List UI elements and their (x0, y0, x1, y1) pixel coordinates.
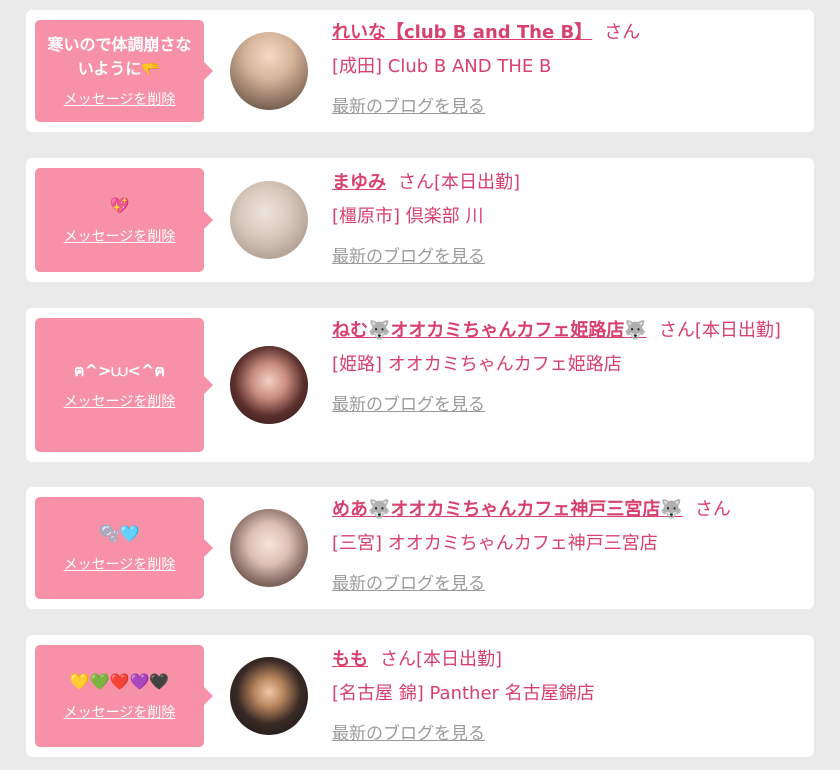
name-suffix: さん (694, 499, 731, 520)
shop-label: [名古屋 錦] Panther 名古屋錦店 (332, 683, 595, 704)
delete-message-link[interactable]: メッセージを削除 (64, 702, 176, 722)
shop-label: [姫路] オオカミちゃんカフェ姫路店 (332, 354, 622, 375)
latest-blog-link[interactable]: 最新のブログを見る (332, 719, 485, 749)
avatar[interactable] (230, 181, 308, 259)
profile-name-link[interactable]: ねむ🐺オオカミちゃんカフェ姫路店🐺 (332, 320, 647, 341)
latest-blog-link[interactable]: 最新のブログを見る (332, 92, 485, 122)
name-suffix: さん (604, 22, 641, 43)
list-item: 💖 メッセージを削除 まゆみ さん[本日出勤] [橿原市] 倶楽部 川 最新のブロ… (26, 158, 814, 282)
message-text: 💖 (109, 196, 130, 215)
message-bubble: 💛💚❤️💜🖤 メッセージを削除 (35, 645, 213, 747)
message-bubble: 💖 メッセージを削除 (35, 168, 213, 272)
message-list: 寒いので体調崩さないように🫳 メッセージを削除 れいな【club B and T… (0, 0, 840, 770)
message-text: ฅ^>⩊<^ฅ (73, 361, 166, 380)
shop-label: [成田] Club B AND THE B (332, 56, 552, 77)
profile-name-link[interactable]: もも (332, 649, 368, 670)
list-item: 寒いので体調崩さないように🫳 メッセージを削除 れいな【club B and T… (26, 10, 814, 132)
list-item: 🫧🩵 メッセージを削除 めあ🐺オオカミちゃんカフェ神戸三宮店🐺 さん [三宮] オ… (26, 487, 814, 609)
message-text: 寒いので体調崩さないように🫳 (47, 35, 192, 78)
message-bubble: ฅ^>⩊<^ฅ メッセージを削除 (35, 318, 213, 452)
list-item: 💛💚❤️💜🖤 メッセージを削除 もも さん[本日出勤] [名古屋 錦] Panth… (26, 635, 814, 757)
delete-message-link[interactable]: メッセージを削除 (64, 391, 176, 411)
message-text: 💛💚❤️💜🖤 (69, 672, 170, 691)
avatar[interactable] (230, 346, 308, 424)
list-item: ฅ^>⩊<^ฅ メッセージを削除 ねむ🐺オオカミちゃんカフェ姫路店🐺 さん[本日出… (26, 308, 814, 462)
profile-name-link[interactable]: れいな【club B and The B】 (332, 22, 592, 43)
avatar[interactable] (230, 509, 308, 587)
message-bubble: 寒いので体調崩さないように🫳 メッセージを削除 (35, 20, 213, 122)
message-text: 🫧🩵 (99, 524, 140, 543)
latest-blog-link[interactable]: 最新のブログを見る (332, 390, 485, 420)
shop-label: [三宮] オオカミちゃんカフェ神戸三宮店 (332, 533, 658, 554)
message-bubble: 🫧🩵 メッセージを削除 (35, 497, 213, 599)
avatar[interactable] (230, 657, 308, 735)
profile-name-link[interactable]: めあ🐺オオカミちゃんカフェ神戸三宮店🐺 (332, 499, 683, 520)
name-suffix: さん[本日出勤] (398, 172, 521, 193)
delete-message-link[interactable]: メッセージを削除 (64, 554, 176, 574)
name-suffix: さん[本日出勤] (658, 320, 781, 341)
name-suffix: さん[本日出勤] (380, 649, 503, 670)
latest-blog-link[interactable]: 最新のブログを見る (332, 242, 485, 272)
delete-message-link[interactable]: メッセージを削除 (64, 226, 176, 246)
shop-label: [橿原市] 倶楽部 川 (332, 206, 484, 227)
profile-name-link[interactable]: まゆみ (332, 172, 386, 193)
delete-message-link[interactable]: メッセージを削除 (64, 89, 176, 109)
latest-blog-link[interactable]: 最新のブログを見る (332, 569, 485, 599)
avatar[interactable] (230, 32, 308, 110)
